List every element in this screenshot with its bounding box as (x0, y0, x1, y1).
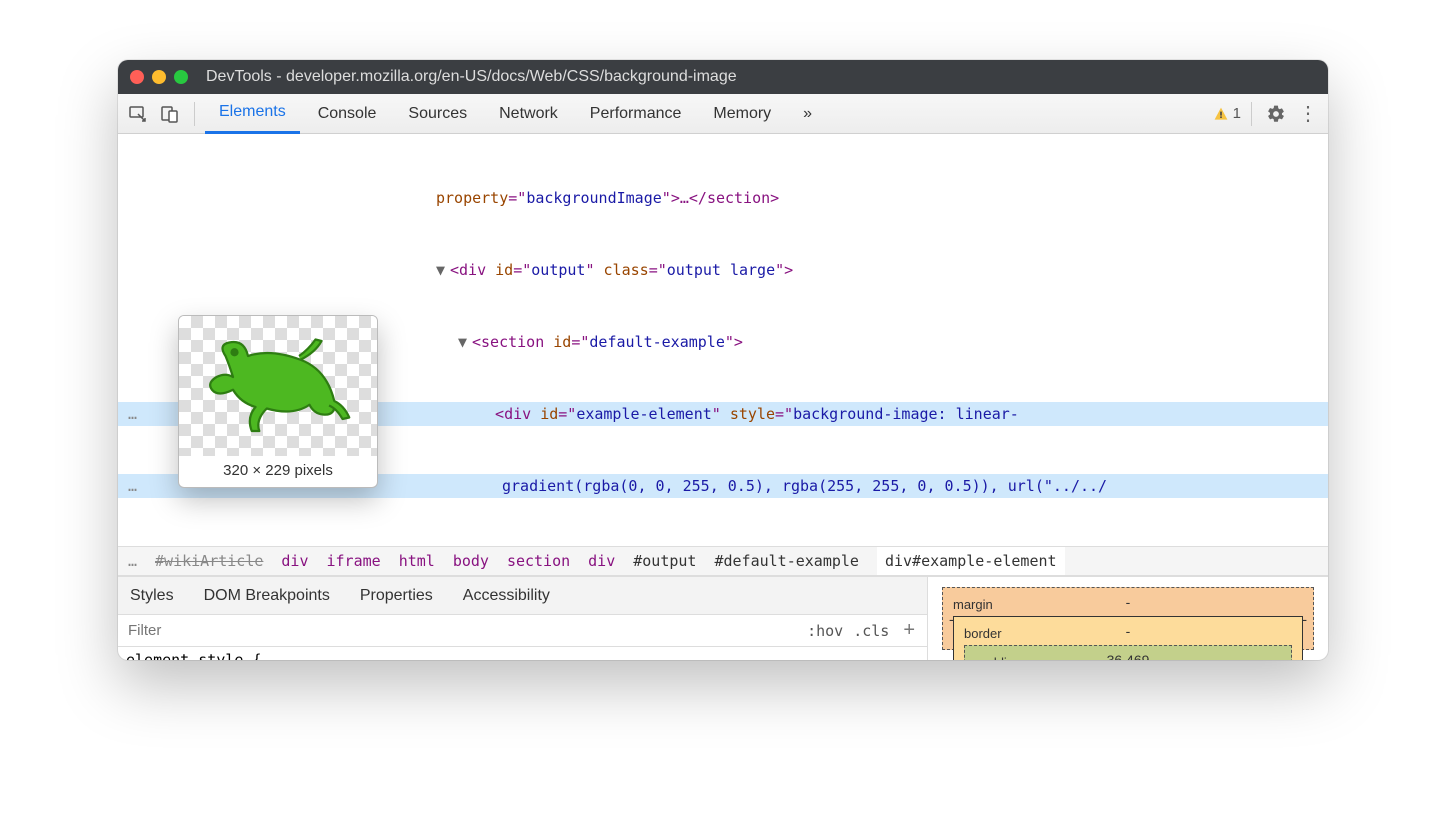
device-toolbar-icon[interactable] (156, 100, 184, 128)
tab-memory[interactable]: Memory (699, 94, 785, 134)
window-title: DevTools - developer.mozilla.org/en-US/d… (206, 68, 737, 86)
lower-pane: Styles DOM Breakpoints Properties Access… (118, 576, 1328, 660)
minimize-window-button[interactable] (152, 70, 166, 84)
bm-padding[interactable]: padding 36.469 36.469 36.469 36.469 291.… (964, 645, 1292, 660)
kebab-menu-icon[interactable]: ⋮ (1294, 100, 1322, 128)
style-rules[interactable]: element.style { background-image: linear… (118, 647, 927, 660)
tab-performance[interactable]: Performance (576, 94, 696, 134)
crumb-item[interactable]: #output (633, 552, 696, 570)
devtools-window: DevTools - developer.mozilla.org/en-US/d… (118, 60, 1328, 660)
titlebar: DevTools - developer.mozilla.org/en-US/d… (118, 60, 1328, 94)
styletab-styles[interactable]: Styles (130, 587, 174, 605)
tab-sources[interactable]: Sources (394, 94, 481, 134)
close-window-button[interactable] (130, 70, 144, 84)
styletab-accessibility[interactable]: Accessibility (463, 587, 550, 605)
image-preview (179, 316, 377, 456)
crumb-item[interactable]: #default-example (714, 552, 859, 570)
crumb-item[interactable]: #wikiArticle (155, 552, 263, 570)
crumb-item-selected[interactable]: div#example-element (877, 546, 1065, 576)
toggle-cls-button[interactable]: .cls (853, 622, 889, 640)
warning-indicator[interactable]: 1 (1213, 105, 1241, 122)
divider (194, 102, 195, 126)
inspect-element-icon[interactable] (124, 100, 152, 128)
image-dimensions-label: 320 × 229 pixels (179, 456, 377, 487)
bm-border[interactable]: border - - - - padding 36.469 36.469 36.… (953, 616, 1303, 660)
rule-selector: element.style { (126, 651, 261, 660)
main-tabbar: Elements Console Sources Network Perform… (118, 94, 1328, 134)
crumb-item[interactable]: div (588, 552, 615, 570)
tab-network[interactable]: Network (485, 94, 572, 134)
styles-tabbar: Styles DOM Breakpoints Properties Access… (118, 577, 927, 615)
warning-count: 1 (1233, 105, 1241, 122)
tab-more[interactable]: » (789, 94, 826, 134)
tab-console[interactable]: Console (304, 94, 391, 134)
crumb-item[interactable]: section (507, 552, 570, 570)
crumb-item[interactable]: div (281, 552, 308, 570)
crumb-item[interactable]: html (399, 552, 435, 570)
tab-elements[interactable]: Elements (205, 94, 300, 134)
styles-filter-input[interactable] (128, 622, 797, 639)
bm-margin[interactable]: margin - - - - border - - - - padding 36… (942, 587, 1314, 650)
styles-filterbar: :hov .cls + (118, 615, 927, 647)
dom-breadcrumb[interactable]: … #wikiArticle div iframe html body sect… (118, 546, 1328, 576)
styletab-dom-breakpoints[interactable]: DOM Breakpoints (204, 587, 330, 605)
dom-attr: property (436, 189, 508, 207)
toggle-hov-button[interactable]: :hov (807, 622, 843, 640)
box-model-pane: margin - - - - border - - - - padding 36… (928, 577, 1328, 660)
divider (1251, 102, 1252, 126)
crumb-item[interactable]: iframe (327, 552, 381, 570)
crumb-item[interactable]: body (453, 552, 489, 570)
styles-pane: Styles DOM Breakpoints Properties Access… (118, 577, 928, 660)
styletab-properties[interactable]: Properties (360, 587, 433, 605)
settings-gear-icon[interactable] (1262, 100, 1290, 128)
new-style-rule-button[interactable]: + (899, 619, 919, 642)
image-preview-tooltip: 320 × 229 pixels (178, 315, 378, 488)
maximize-window-button[interactable] (174, 70, 188, 84)
crumb-item[interactable]: … (128, 552, 137, 570)
lizard-icon (203, 331, 353, 441)
